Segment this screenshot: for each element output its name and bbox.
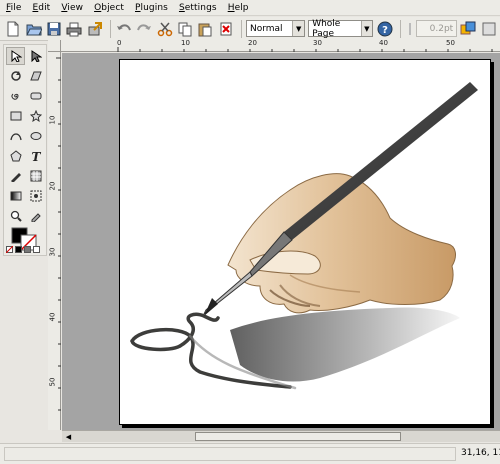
node-edit-icon[interactable] — [26, 47, 45, 65]
help-icon[interactable]: ? — [376, 19, 394, 39]
export-icon[interactable] — [86, 19, 104, 39]
print-icon[interactable] — [65, 19, 83, 39]
ruler-corner — [48, 40, 61, 52]
chevron-down-icon: ▼ — [292, 21, 305, 36]
toolbar-separator — [400, 19, 402, 38]
svg-text:T: T — [31, 150, 41, 162]
default-colors[interactable] — [6, 246, 46, 254]
white-swatch[interactable] — [33, 246, 40, 253]
polygon-icon[interactable] — [6, 147, 25, 165]
undo-icon[interactable] — [115, 19, 133, 39]
menu-view[interactable]: View — [61, 3, 83, 13]
status-bar: 31,16, 11 — [0, 443, 500, 464]
gradient-icon[interactable] — [6, 187, 25, 205]
select-arrow-icon[interactable] — [6, 47, 25, 65]
paste-icon[interactable] — [196, 19, 214, 39]
copy-icon[interactable] — [176, 19, 194, 39]
scroll-left-icon[interactable]: ◀ — [64, 432, 73, 441]
no-color-swatch[interactable] — [6, 246, 13, 253]
horizontal-scrollbar[interactable]: ◀ — [62, 430, 500, 442]
cursor-coordinates: 31,16, 11 — [461, 448, 500, 458]
blend-icon[interactable] — [26, 187, 45, 205]
menu-object[interactable]: Object — [94, 3, 124, 13]
ruler-top-label: 30 — [313, 39, 322, 47]
ruler-vertical: 10 20 30 40 50 — [48, 52, 61, 430]
mode-select[interactable]: Normal ▼ — [245, 20, 306, 37]
rectangle-icon[interactable] — [6, 107, 25, 125]
ruler-top-label: 20 — [248, 39, 257, 47]
line-width-value: 0.2pt — [429, 23, 454, 34]
pattern-icon[interactable] — [26, 167, 45, 185]
spiral-icon[interactable] — [6, 87, 25, 105]
save-icon[interactable] — [45, 19, 63, 39]
ruler-top-label: 40 — [379, 39, 388, 47]
ruler-top-label: 50 — [446, 39, 455, 47]
eyedropper-icon[interactable] — [26, 207, 45, 225]
freehand-icon[interactable] — [6, 167, 25, 185]
ruler-left-label: 50 — [48, 377, 57, 387]
toolbox: T — [3, 44, 47, 256]
scroll-thumb[interactable] — [195, 432, 401, 441]
toolbar-separator — [241, 19, 242, 38]
ruler-left-label: 20 — [48, 181, 57, 191]
rounded-rect-icon[interactable] — [26, 87, 45, 105]
redo-icon[interactable] — [135, 19, 153, 39]
hand-with-pen-drawing[interactable] — [120, 60, 492, 426]
ruler-horizontal: 0 10 20 30 40 50 — [61, 39, 500, 52]
ruler-left-label: 30 — [48, 247, 57, 257]
menu-plugins[interactable]: Plugins — [135, 3, 168, 13]
text-tool-icon[interactable]: T — [26, 147, 45, 165]
zoom-icon[interactable] — [6, 207, 25, 225]
ruler-left-label: 10 — [48, 115, 57, 125]
toolbar-separator — [109, 19, 111, 38]
ruler-left-label: 40 — [48, 312, 57, 322]
fill-stroke-indicator[interactable] — [11, 227, 37, 251]
menu-edit[interactable]: Edit — [32, 3, 50, 13]
black-swatch[interactable] — [15, 246, 22, 253]
line-width-field[interactable]: 0.2pt — [416, 20, 458, 37]
chevron-down-icon: ▼ — [360, 21, 372, 36]
menu-help[interactable]: Help — [228, 3, 249, 13]
ellipse-icon[interactable] — [26, 127, 45, 145]
open-folder-icon[interactable] — [24, 19, 42, 39]
bezier-icon[interactable] — [6, 127, 25, 145]
zoom-select[interactable]: Whole Page ▼ — [308, 18, 373, 39]
gray-swatch[interactable] — [24, 246, 31, 253]
new-document-icon[interactable] — [4, 19, 22, 39]
line-style-icon — [405, 19, 414, 39]
mode-select-value: Normal — [249, 23, 283, 34]
ruler-top-label: 0 — [117, 39, 122, 47]
main-toolbar: Normal ▼ Whole Page ▼ ? 0.2pt — [0, 17, 500, 41]
cut-icon[interactable] — [156, 19, 174, 39]
rotate-icon[interactable] — [6, 67, 25, 85]
drawing-canvas[interactable] — [62, 53, 500, 430]
shear-icon[interactable] — [26, 67, 45, 85]
zoom-select-value: Whole Page — [312, 18, 341, 39]
status-message — [4, 447, 456, 461]
menu-settings[interactable]: Settings — [179, 3, 217, 13]
page[interactable] — [119, 59, 491, 425]
group-icon[interactable] — [480, 19, 498, 39]
menu-bar: File Edit View Object Plugins Settings H… — [0, 0, 500, 16]
ruler-top-label: 10 — [181, 39, 190, 47]
arrange-icon[interactable] — [459, 19, 477, 39]
menu-file[interactable]: File — [6, 3, 21, 13]
star-icon[interactable] — [26, 107, 45, 125]
svg-text:?: ? — [382, 25, 388, 36]
delete-icon[interactable] — [217, 19, 235, 39]
